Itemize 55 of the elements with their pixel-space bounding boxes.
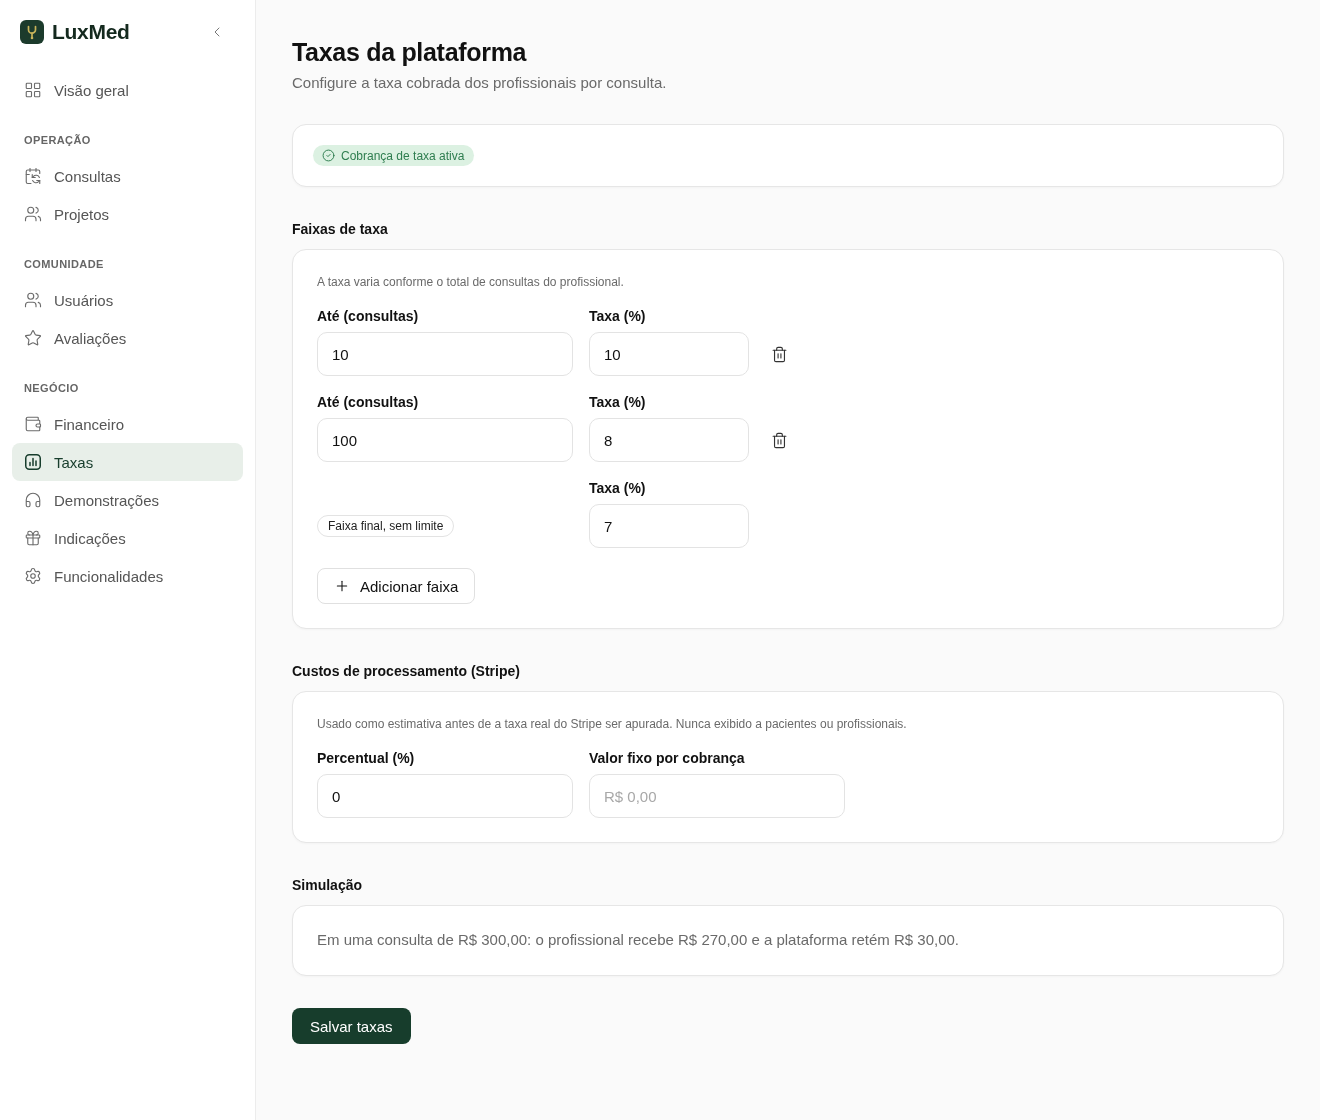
nav-item[interactable]: Demonstrações bbox=[12, 481, 243, 519]
input-field[interactable]: 8 bbox=[589, 418, 749, 462]
trash-icon bbox=[770, 431, 788, 449]
settings-icon bbox=[24, 567, 42, 585]
card-description: A taxa varia conforme o total de consultas do profissional. bbox=[317, 274, 625, 291]
input-field[interactable]: 100 bbox=[317, 418, 573, 462]
add-tier-button[interactable]: Adicionar faixa bbox=[317, 568, 476, 604]
field-label: Percentual (%) bbox=[317, 749, 416, 768]
headphones-icon bbox=[24, 491, 42, 509]
nav-item[interactable]: Avaliações bbox=[12, 319, 243, 357]
calendar-icon bbox=[24, 167, 42, 185]
logo-icon bbox=[20, 20, 44, 44]
nav-item[interactable]: Visão geral bbox=[12, 71, 243, 109]
page-title: Taxas da plataforma bbox=[292, 37, 528, 68]
nav-section-heading: COMUNIDADE bbox=[23, 257, 105, 271]
nav-item[interactable]: Projetos bbox=[12, 195, 243, 233]
wallet-icon bbox=[24, 415, 42, 433]
page-subtitle: Configure a taxa cobrada dos profissionais por consulta. bbox=[292, 73, 668, 93]
input-field[interactable]: 10 bbox=[589, 332, 749, 376]
check-circle-icon bbox=[322, 149, 335, 162]
gift-icon bbox=[24, 529, 42, 547]
section-heading: Faixas de taxa bbox=[292, 220, 389, 239]
simulation-text: Em uma consulta de R$ 300,00: o profissional recebe R$ 270,00 e a plataforma retém R$ 30,00. bbox=[317, 930, 961, 950]
users-icon bbox=[24, 291, 42, 309]
nav-item[interactable]: Funcionalidades bbox=[12, 557, 243, 595]
field-label: Taxa (%) bbox=[589, 307, 647, 326]
nav-item[interactable]: Usuários bbox=[12, 281, 243, 319]
nav-item[interactable]: Consultas bbox=[12, 157, 243, 195]
section-heading: Custos de processamento (Stripe) bbox=[292, 662, 521, 681]
field-label: Taxa (%) bbox=[589, 479, 647, 498]
status-text: Cobrança de taxa ativa bbox=[341, 148, 465, 163]
nav-item[interactable]: Indicações bbox=[12, 519, 243, 557]
nav-item[interactable]: Taxas bbox=[12, 443, 243, 481]
input-field[interactable]: 10 bbox=[317, 332, 573, 376]
nav-section-heading: NEGÓCIO bbox=[23, 381, 80, 395]
card-description: Usado como estimativa antes de a taxa real do Stripe ser apurada. Nunca exibido a pacientes ou profissionais. bbox=[317, 716, 908, 733]
section-heading: Simulação bbox=[292, 876, 364, 895]
trash-icon bbox=[770, 345, 788, 363]
users-icon bbox=[24, 205, 42, 223]
brand-name: LuxMed bbox=[52, 20, 130, 44]
field-label: Taxa (%) bbox=[589, 393, 647, 412]
bar-chart-icon bbox=[24, 453, 42, 471]
star-icon bbox=[24, 329, 42, 347]
save-button[interactable]: Salvar taxas bbox=[292, 1008, 411, 1044]
field-label: Valor fixo por cobrança bbox=[589, 749, 746, 768]
input-field[interactable]: 0 bbox=[317, 774, 573, 818]
plus-icon bbox=[334, 578, 350, 594]
field-label: Até (consultas) bbox=[317, 307, 420, 326]
nav-item[interactable]: Financeiro bbox=[12, 405, 243, 443]
grid-icon bbox=[24, 81, 42, 99]
nav-section-heading: OPERAÇÃO bbox=[23, 133, 92, 147]
input-field[interactable]: 7 bbox=[589, 504, 749, 548]
input-field[interactable]: R$ 0,00 bbox=[589, 774, 845, 818]
final-tier-badge: Faixa final, sem limite bbox=[317, 515, 455, 537]
field-label: Até (consultas) bbox=[317, 393, 420, 412]
